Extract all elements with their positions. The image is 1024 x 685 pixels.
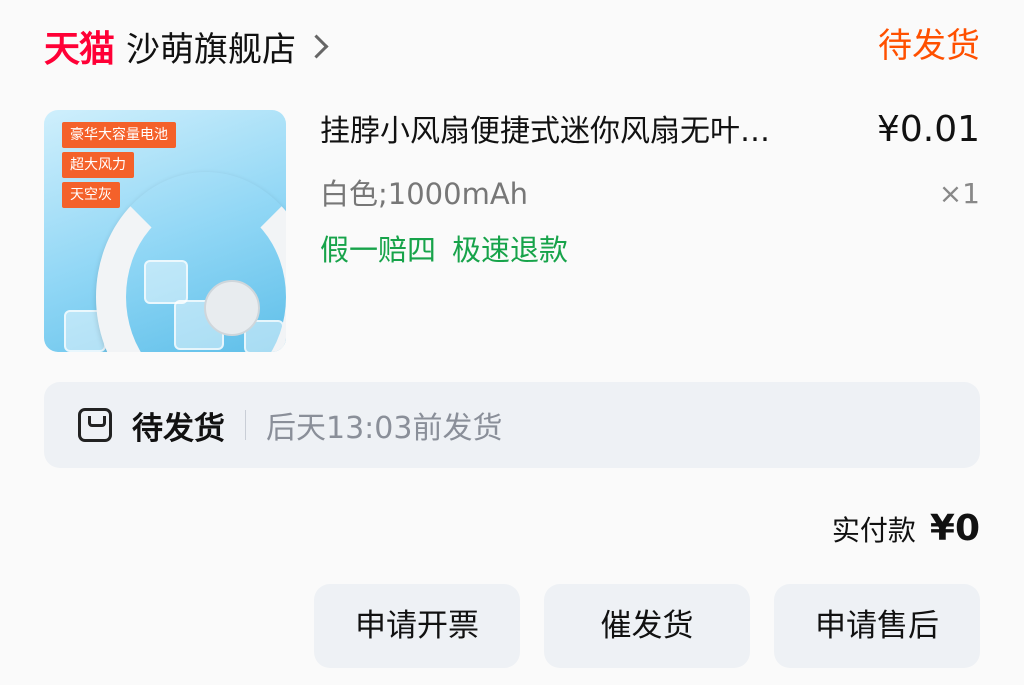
product-image-tag: 超大风力 [62, 152, 134, 178]
after-sales-button[interactable]: 申请售后 [774, 584, 980, 668]
product-image-tag: 天空灰 [62, 182, 120, 208]
neck-fan-illustration [96, 172, 286, 352]
fan-vent-illustration [204, 280, 260, 336]
order-status: 待发货 [878, 26, 980, 66]
product-image-tag: 豪华大容量电池 [62, 122, 176, 148]
tmall-logo: 天猫 [44, 29, 115, 70]
product-image[interactable]: 豪华大容量电池 超大风力 天空灰 [44, 110, 286, 352]
divider [245, 410, 246, 440]
shipping-status: 待发货 [132, 410, 225, 447]
paid-label: 实付款 [831, 514, 916, 547]
order-header: 天猫 沙萌旗舰店 待发货 [44, 22, 980, 70]
paid-amount: ¥0 [929, 508, 980, 549]
shipping-eta: 后天13:03前发货 [266, 411, 503, 446]
shop-name-link[interactable]: 沙萌旗舰店 [126, 22, 296, 71]
product-sku: 白色;1000mAh [320, 177, 529, 211]
request-invoice-button[interactable]: 申请开票 [314, 584, 520, 668]
product-price: ¥0.01 [876, 109, 980, 150]
product-quantity: ×1 [938, 177, 980, 210]
guarantee-tags: 假一赔四 极速退款 [320, 230, 568, 270]
paid-amount-row: 实付款 ¥0 [832, 506, 980, 552]
chevron-right-icon[interactable] [304, 33, 329, 59]
guarantee-tag: 假一赔四 [320, 233, 437, 267]
product-title[interactable]: 挂脖小风扇便捷式迷你风扇无叶… [320, 112, 860, 152]
order-card: 天猫 沙萌旗舰店 待发货 豪华大容量电池 超大风力 天空灰 挂脖小风扇便捷式迷你… [0, 0, 1024, 685]
urge-shipping-button[interactable]: 催发货 [544, 584, 750, 668]
package-box-icon [78, 408, 112, 442]
shipping-status-bar[interactable]: 待发货 后天13:03前发货 [44, 382, 980, 468]
guarantee-tag: 极速退款 [452, 233, 569, 267]
